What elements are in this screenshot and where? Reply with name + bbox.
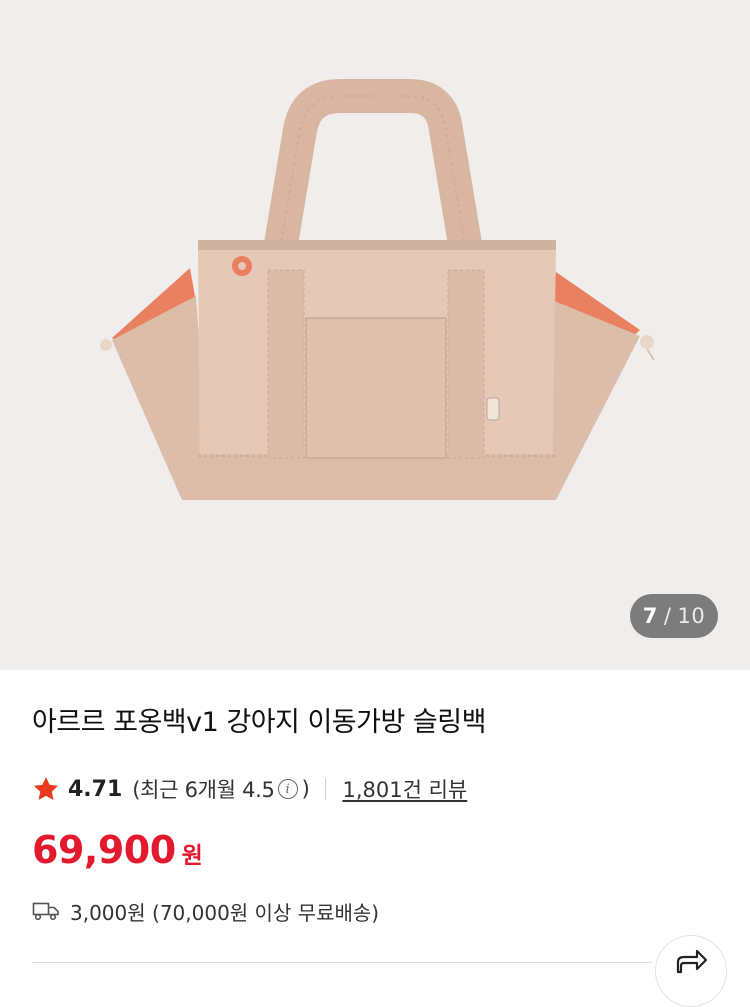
page-separator: /: [663, 604, 672, 628]
product-price: 69,900: [32, 828, 176, 872]
product-image-gallery[interactable]: 7 / 10: [0, 0, 750, 670]
product-title: 아르르 포옹백v1 강아지 이동가방 슬링백: [32, 707, 486, 738]
current-page: 7: [642, 604, 658, 628]
shipping-info: 3,000원 (70,000원 이상 무료배송): [32, 894, 379, 928]
shipping-fee-text: 3,000원 (70,000원 이상 무료배송): [70, 900, 380, 925]
recent-rating-prefix: (최근 6개월 4.5: [132, 778, 275, 802]
share-button[interactable]: [655, 935, 727, 1007]
info-icon[interactable]: i: [277, 779, 298, 799]
price-currency: 원: [181, 843, 203, 869]
share-icon: [676, 949, 708, 974]
price-row: 69,900 원: [32, 828, 203, 872]
review-count-link[interactable]: 1,801건 리뷰: [342, 774, 467, 804]
section-divider: [32, 962, 652, 963]
star-icon: [33, 777, 59, 800]
total-pages: 10: [677, 604, 706, 628]
recent-rating-suffix: ): [301, 777, 310, 801]
rating-divider: [325, 778, 327, 800]
rating-row: 4.71 (최근 6개월 4.5 i ) 1,801건 리뷰: [32, 770, 467, 808]
rating-score: 4.71: [68, 776, 123, 802]
truck-icon: [32, 902, 59, 921]
image-page-counter: 7 / 10: [630, 594, 718, 638]
product-image: [100, 79, 655, 500]
